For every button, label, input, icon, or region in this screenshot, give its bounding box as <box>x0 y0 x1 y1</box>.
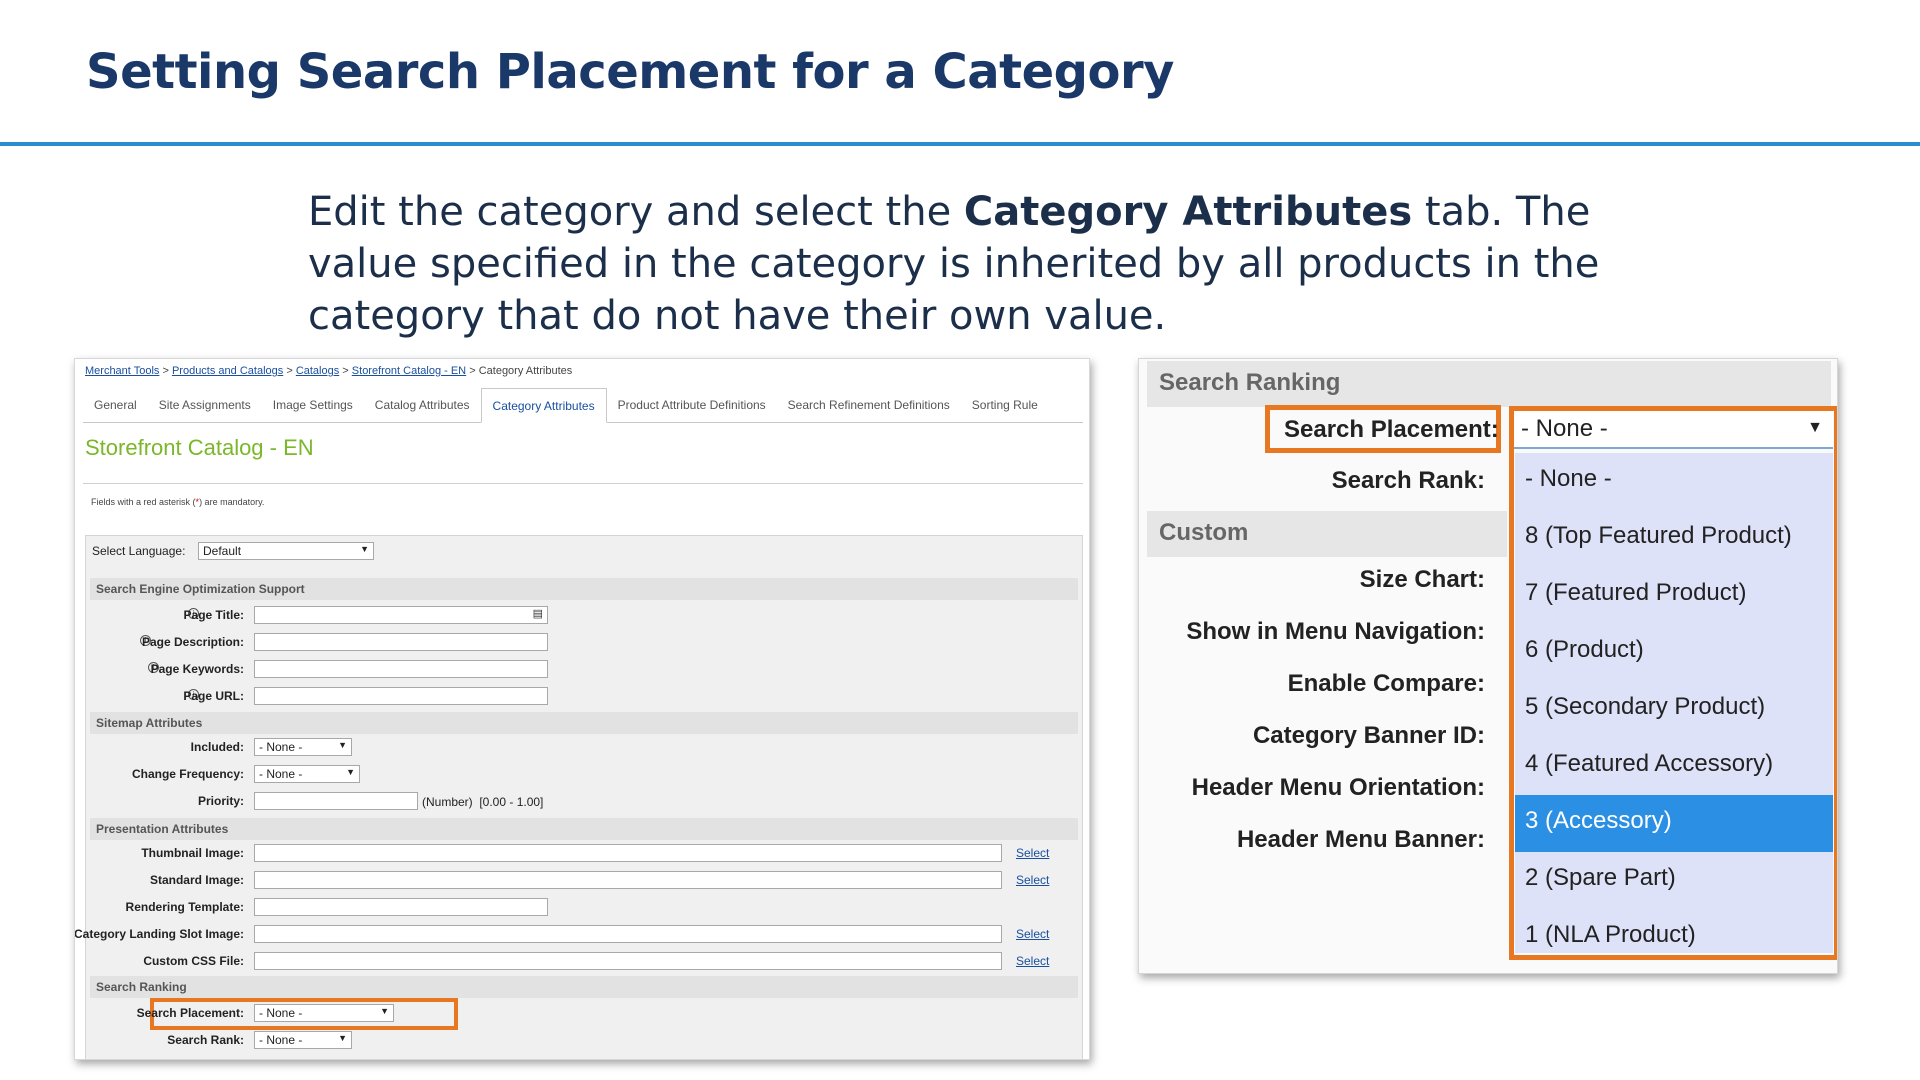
search-placement-select[interactable]: - None - ▼ <box>254 1004 394 1022</box>
chevron-down-icon: ▼ <box>338 1033 347 1043</box>
included-select-value: - None - <box>259 740 303 754</box>
body-text-bold: Category Attributes <box>963 189 1413 235</box>
included-label: Included: <box>190 740 244 754</box>
breadcrumb-storefront-catalog[interactable]: Storefront Catalog - EN <box>352 365 466 377</box>
breadcrumb-separator: > <box>162 365 169 377</box>
custom-css-input[interactable] <box>254 952 1002 970</box>
section-seo: Search Engine Optimization Support <box>90 578 1078 600</box>
attributes-form: Select Language: Default ▼ Search Engine … <box>75 535 1083 1059</box>
zoom-search-placement-label: Search Placement: <box>1265 405 1501 453</box>
search-placement-zoom-screenshot: Search Ranking Search Placement: - None … <box>1138 358 1838 974</box>
tab-image-settings[interactable]: Image Settings <box>262 398 364 422</box>
dropdown-highlight <box>1509 406 1837 960</box>
title-divider <box>0 142 1920 146</box>
category-attributes-screenshot: Merchant Tools > Products and Catalogs >… <box>74 358 1090 1060</box>
zoom-section-custom: Custom <box>1147 511 1507 557</box>
page-description-input[interactable] <box>254 633 548 651</box>
priority-hint: (Number) [0.00 - 1.00] <box>422 795 543 809</box>
zoom-search-rank-label: Search Rank: <box>1331 467 1485 494</box>
standard-image-input[interactable] <box>254 871 1002 889</box>
page-title-label: Page Title: <box>183 608 244 622</box>
tab-catalog-attributes[interactable]: Catalog Attributes <box>364 398 481 422</box>
included-select[interactable]: - None - ▼ <box>254 738 352 756</box>
tab-search-refinement-definitions[interactable]: Search Refinement Definitions <box>777 398 961 422</box>
language-select[interactable]: Default ▼ <box>198 542 374 560</box>
page-url-input[interactable] <box>254 687 548 705</box>
slide-title: Setting Search Placement for a Category <box>86 44 1174 100</box>
chevron-down-icon: ▼ <box>360 544 369 554</box>
tab-sorting-rule[interactable]: Sorting Rule <box>961 398 1049 422</box>
tab-product-attribute-definitions[interactable]: Product Attribute Definitions <box>607 398 777 422</box>
priority-type: (Number) <box>422 795 473 809</box>
breadcrumb-products-and-catalogs[interactable]: Products and Catalogs <box>172 365 283 377</box>
show-in-menu-navigation-label: Show in Menu Navigation: <box>1186 618 1485 645</box>
catalog-heading: Storefront Catalog - EN <box>85 435 314 460</box>
breadcrumb: Merchant Tools > Products and Catalogs >… <box>85 365 572 377</box>
custom-css-select-link[interactable]: Select <box>1016 954 1049 968</box>
enable-compare-label: Enable Compare: <box>1287 670 1485 697</box>
chevron-down-icon: ▼ <box>338 740 347 750</box>
chevron-down-icon: ▼ <box>380 1006 389 1016</box>
breadcrumb-separator: > <box>286 365 293 377</box>
search-placement-label: Search Placement: <box>136 1006 244 1020</box>
language-select-value: Default <box>203 544 242 558</box>
tab-bar: General Site Assignments Image Settings … <box>83 387 1083 423</box>
tab-general[interactable]: General <box>83 398 148 422</box>
category-banner-id-label: Category Banner ID: <box>1252 722 1485 749</box>
keyboard-icon[interactable]: ▤ <box>533 607 543 620</box>
page-keywords-label: Page Keywords: <box>150 662 244 676</box>
body-text-part1: Edit the category and select the <box>308 189 964 235</box>
search-rank-select[interactable]: - None - ▼ <box>254 1031 352 1049</box>
section-search-ranking: Search Ranking <box>90 976 1078 998</box>
rendering-template-input[interactable] <box>254 898 548 916</box>
standard-image-label: Standard Image: <box>149 873 244 887</box>
priority-input[interactable] <box>254 792 418 810</box>
page-title-input[interactable]: ▤ <box>254 606 548 624</box>
rendering-template-label: Rendering Template: <box>125 900 244 914</box>
landing-slot-image-input[interactable] <box>254 925 1002 943</box>
landing-slot-select-link[interactable]: Select <box>1016 927 1049 941</box>
breadcrumb-merchant-tools[interactable]: Merchant Tools <box>85 365 159 377</box>
change-frequency-select-value: - None - <box>259 767 303 781</box>
mandatory-note-text: ) are mandatory. <box>199 497 265 507</box>
heading-divider <box>83 483 1083 484</box>
header-menu-banner-label: Header Menu Banner: <box>1236 826 1485 853</box>
thumbnail-image-label: Thumbnail Image: <box>141 846 244 860</box>
breadcrumb-separator: > <box>469 365 476 377</box>
breadcrumb-current: Category Attributes <box>478 365 573 377</box>
thumbnail-select-link[interactable]: Select <box>1016 846 1049 860</box>
landing-slot-image-label: Category Landing Slot Image: <box>74 927 244 941</box>
breadcrumb-catalogs[interactable]: Catalogs <box>296 365 339 377</box>
thumbnail-image-input[interactable] <box>254 844 1002 862</box>
tab-site-assignments[interactable]: Site Assignments <box>148 398 262 422</box>
mandatory-note: Fields with a red asterisk (*) are manda… <box>91 497 264 507</box>
page-description-label: Page Description: <box>141 635 244 649</box>
chevron-down-icon: ▼ <box>346 767 355 777</box>
search-rank-select-value: - None - <box>259 1033 303 1047</box>
slide-body-text: Edit the category and select the Categor… <box>308 186 1608 342</box>
search-rank-label: Search Rank: <box>167 1033 244 1047</box>
custom-css-label: Custom CSS File: <box>143 954 244 968</box>
standard-image-select-link[interactable]: Select <box>1016 873 1049 887</box>
language-label: Select Language: <box>92 544 186 558</box>
section-sitemap: Sitemap Attributes <box>90 712 1078 734</box>
section-presentation: Presentation Attributes <box>90 818 1078 840</box>
header-menu-orientation-label: Header Menu Orientation: <box>1191 774 1485 801</box>
mandatory-note-text: Fields with a red asterisk ( <box>91 497 196 507</box>
size-chart-label: Size Chart: <box>1359 566 1485 593</box>
change-frequency-label: Change Frequency: <box>131 767 244 781</box>
breadcrumb-separator: > <box>342 365 349 377</box>
search-placement-select-value: - None - <box>259 1006 303 1020</box>
change-frequency-select[interactable]: - None - ▼ <box>254 765 360 783</box>
tab-category-attributes[interactable]: Category Attributes <box>480 388 607 423</box>
page-url-label: Page URL: <box>183 689 244 703</box>
page-keywords-input[interactable] <box>254 660 548 678</box>
priority-range: [0.00 - 1.00] <box>479 795 544 809</box>
zoom-section-search-ranking: Search Ranking <box>1147 361 1831 407</box>
priority-label: Priority: <box>197 794 244 808</box>
